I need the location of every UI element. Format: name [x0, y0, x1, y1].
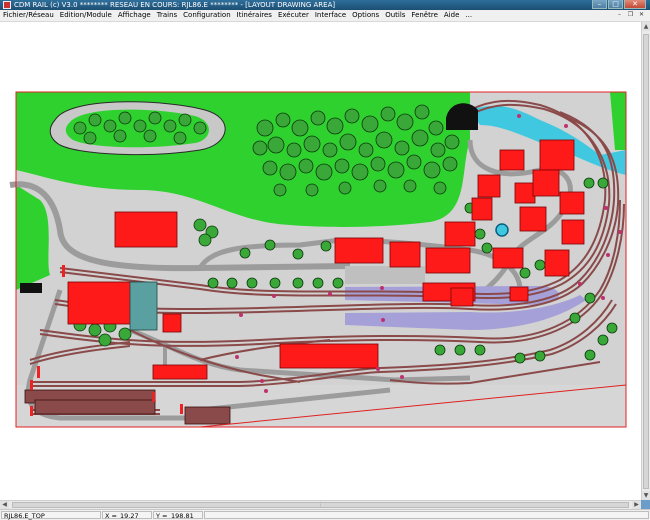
layout-canvas[interactable] [0, 22, 641, 500]
parking-area [345, 266, 425, 284]
arrow-left-icon[interactable]: ◀ [0, 501, 9, 509]
menu-trains[interactable]: Trains [154, 10, 180, 21]
tunnel-left [20, 283, 42, 293]
vertical-scrollbar[interactable]: ▲ ▼ [641, 22, 650, 500]
status-x-value: 19.27 [118, 511, 152, 520]
status-y-value: 198.81 [169, 511, 203, 520]
vertical-scroll-thumb[interactable] [643, 34, 649, 489]
window-controls: – □ ✕ [592, 0, 646, 10]
arrow-right-icon[interactable]: ▶ [632, 501, 641, 509]
menu-edition-module[interactable]: Edition/Module [57, 10, 115, 21]
fountain [495, 223, 509, 237]
mdi-controls: – ❐ ✕ [615, 11, 646, 19]
status-layer: RJL86.E_TOP [1, 511, 101, 520]
mdi-restore-button[interactable]: ❐ [626, 11, 635, 19]
menu-affichage[interactable]: Affichage [115, 10, 154, 21]
mdi-close-button[interactable]: ✕ [637, 11, 646, 19]
maximize-button[interactable]: □ [608, 0, 623, 9]
status-empty-panel [204, 511, 649, 519]
menu-options[interactable]: Options [349, 10, 382, 21]
menu-configuration[interactable]: Configuration [180, 10, 233, 21]
menu-aide[interactable]: Aide [441, 10, 462, 21]
menu-bar: Fichier/Réseau Edition/Module Affichage … [0, 10, 650, 22]
arrow-down-icon[interactable]: ▼ [642, 491, 650, 500]
menu-interface[interactable]: Interface [312, 10, 349, 21]
mdi-minimize-button[interactable]: – [615, 11, 624, 19]
menu-outils[interactable]: Outils [382, 10, 408, 21]
close-button[interactable]: ✕ [624, 0, 646, 9]
window-titlebar: CDM RAIL (c) V3.0 ******** RESEAU EN COU… [0, 0, 650, 10]
menu-executer[interactable]: Exécuter [275, 10, 312, 21]
menu-fenetre[interactable]: Fenêtre [408, 10, 440, 21]
horizontal-scrollbar[interactable]: ◀ ⋮ ▶ [0, 500, 641, 509]
minimize-button[interactable]: – [592, 0, 607, 9]
menu-more[interactable]: ... [462, 10, 475, 21]
arrow-up-icon[interactable]: ▲ [642, 22, 650, 31]
scroll-grip-icon: ⋮ [318, 502, 323, 508]
menu-itineraires[interactable]: Itinéraires [234, 10, 275, 21]
app-logo-icon [3, 1, 11, 9]
window-title: CDM RAIL (c) V3.0 ******** RESEAU EN COU… [14, 1, 336, 9]
menu-fichier-reseau[interactable]: Fichier/Réseau [0, 10, 57, 21]
status-bar: RJL86.E_TOP X = 19.27 Y = 198.81 [0, 509, 650, 520]
station-platform-roof [129, 281, 158, 331]
